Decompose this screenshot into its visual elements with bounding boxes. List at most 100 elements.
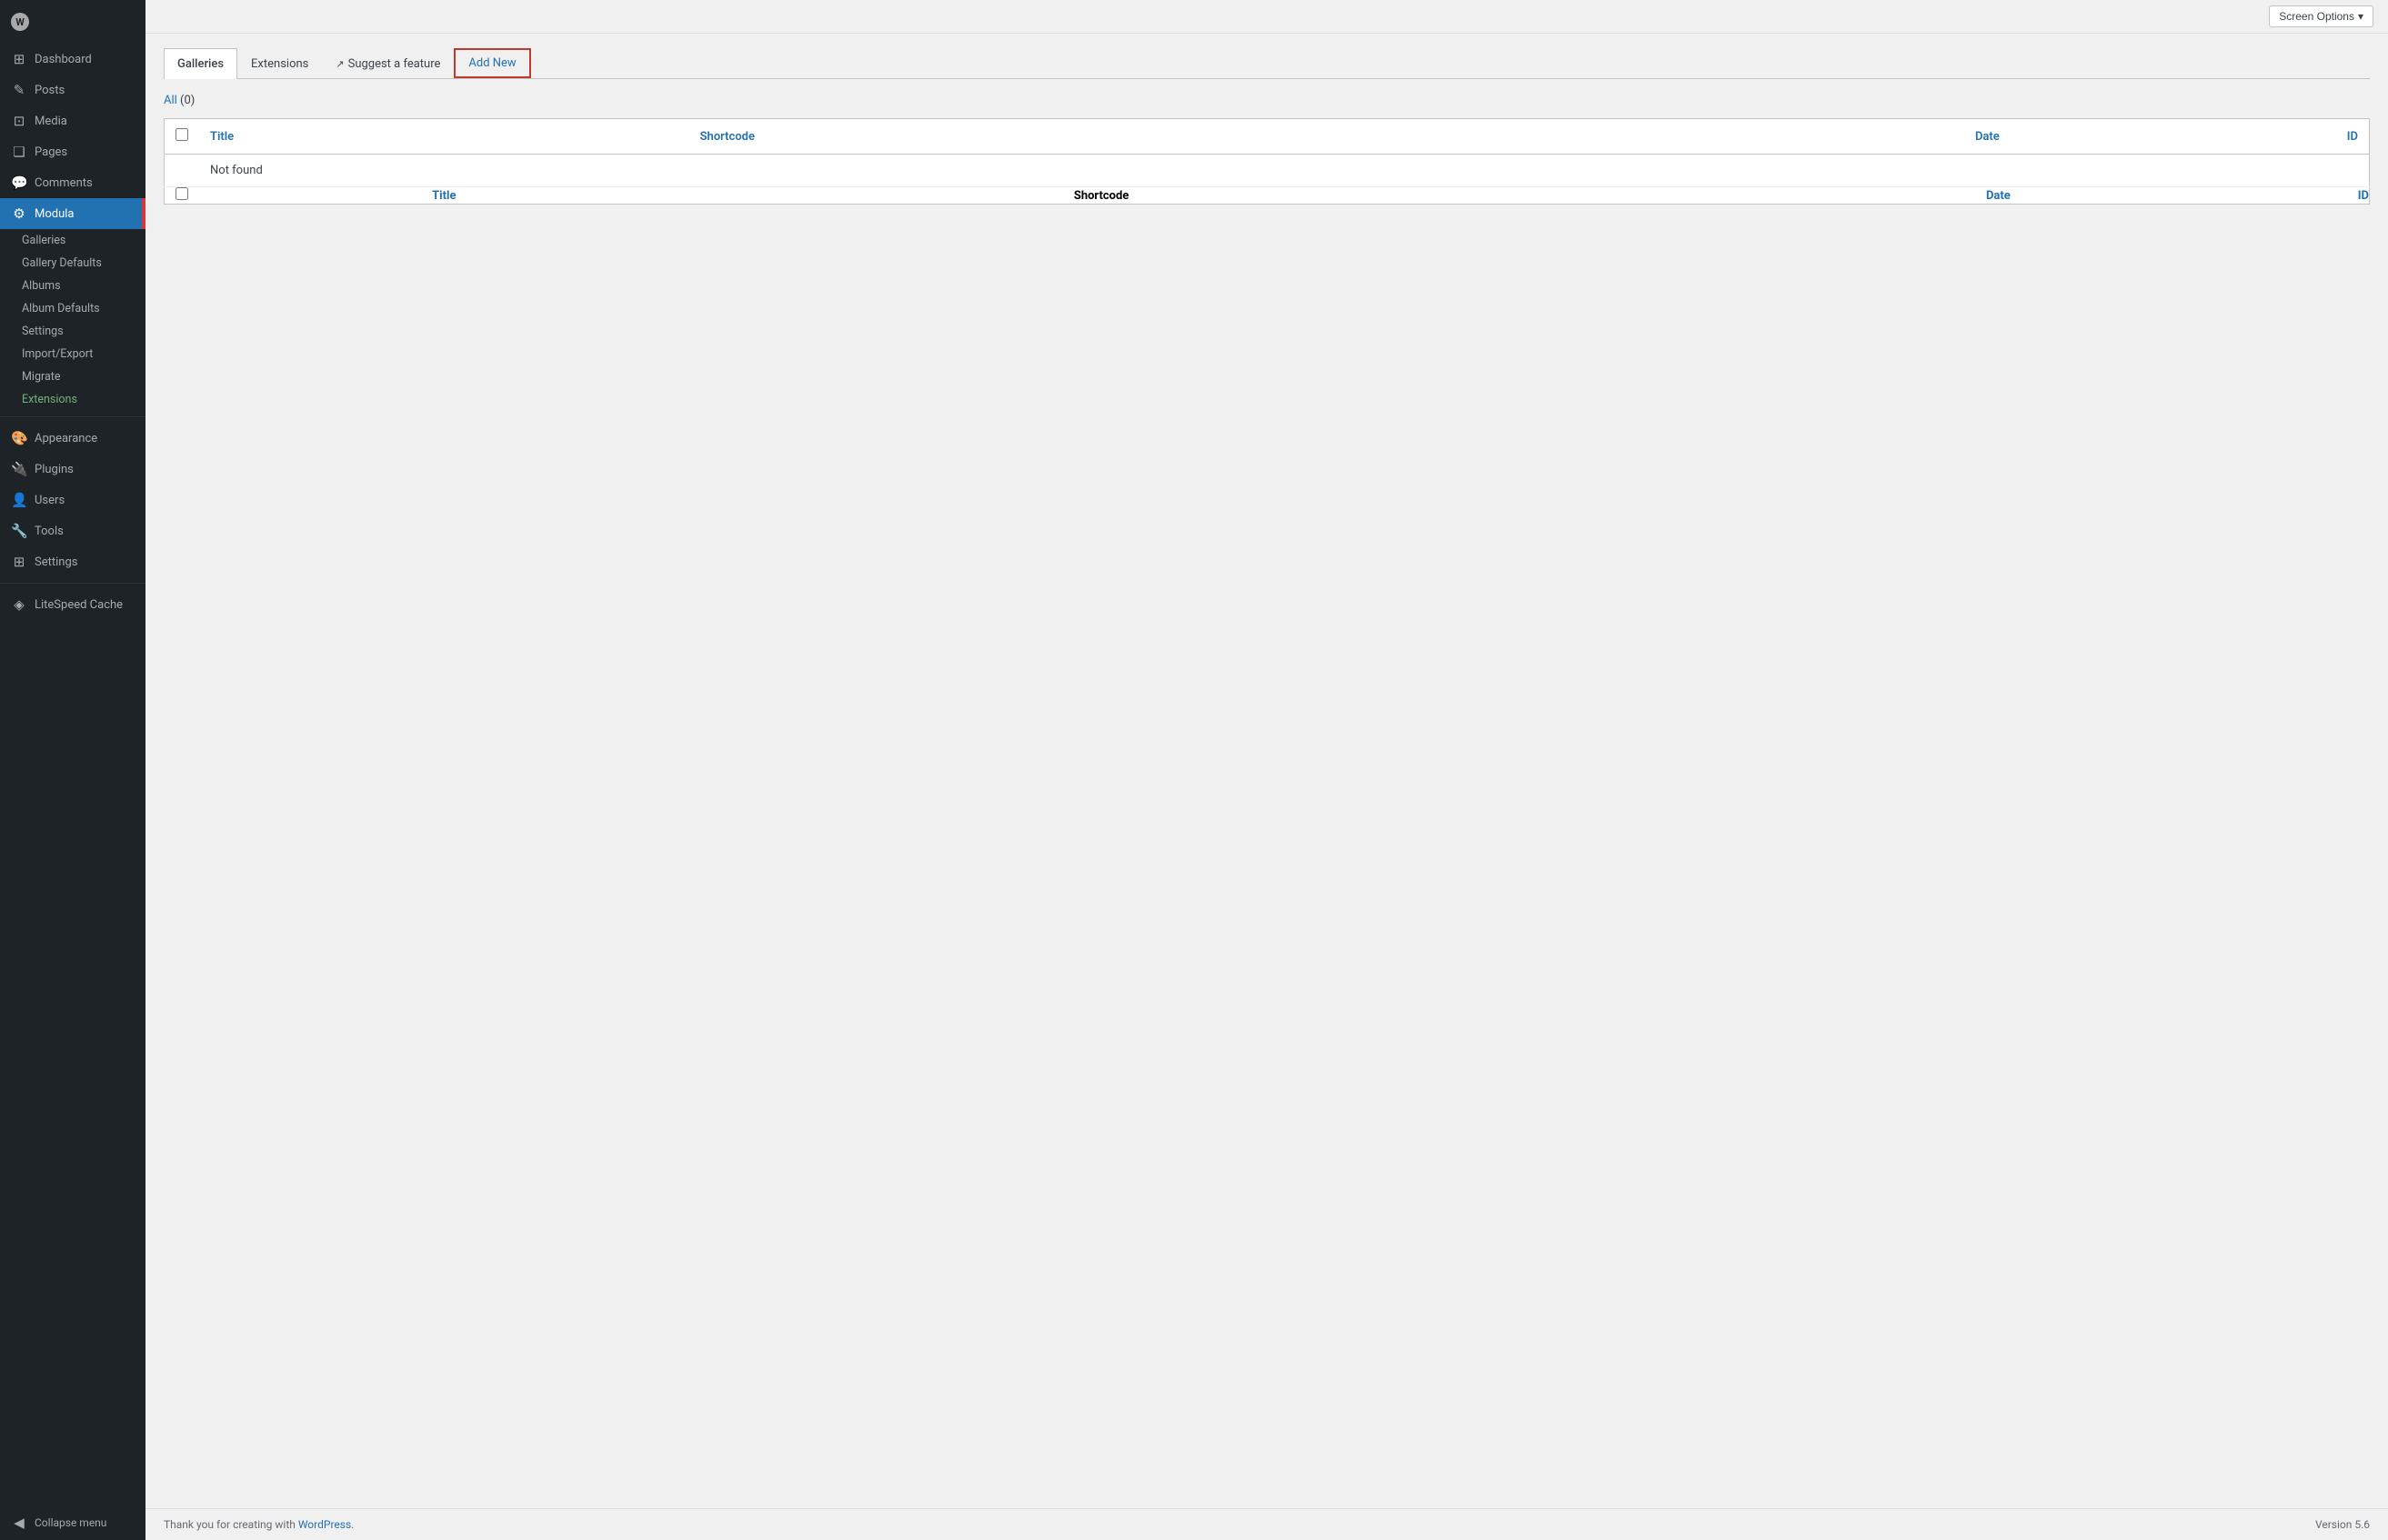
sidebar-item-dashboard[interactable]: ⊞ Dashboard [0,44,145,75]
comments-icon: 💬 [11,175,27,191]
screen-options-label: Screen Options [2279,10,2354,23]
column-date-label: Date [1975,130,2000,144]
pages-icon: ❏ [11,144,27,160]
sidebar-divider [0,416,145,417]
posts-icon: ✎ [11,82,27,98]
submenu-item-extensions[interactable]: Extensions [0,388,145,411]
filter-bar: All (0) [164,94,2370,107]
filter-all-link[interactable]: All [164,94,180,107]
sidebar-item-tools[interactable]: 🔧 Tools [0,515,145,546]
tab-extensions-label: Extensions [251,57,308,71]
sidebar-item-label: Users [35,494,65,507]
page-footer: Thank you for creating with WordPress. V… [145,1508,2388,1540]
footer-wp-link[interactable]: WordPress [298,1518,351,1531]
sidebar-item-label: LiteSpeed Cache [35,598,123,612]
sidebar-collapse-menu[interactable]: ◀ Collapse menu [0,1505,145,1540]
table-row-footer: Title Shortcode Date ID [165,187,2370,205]
submenu-item-album-defaults[interactable]: Album Defaults [0,297,145,320]
column-shortcode-footer-label: Shortcode [1074,189,1129,203]
litespeed-icon: ◈ [11,596,27,613]
dashboard-icon: ⊞ [11,51,27,67]
column-id-footer[interactable]: ID [2011,187,2370,205]
sidebar-item-appearance[interactable]: 🎨 Appearance [0,423,145,454]
check-footer-checkbox[interactable] [176,187,188,200]
column-shortcode: Shortcode [689,119,1514,155]
sidebar: W ⊞ Dashboard ✎ Posts ⊡ Media ❏ Pages 💬 … [0,0,145,1540]
external-link-icon: ↗ [336,58,344,70]
sidebar-item-pages[interactable]: ❏ Pages [0,136,145,167]
sidebar-divider-2 [0,583,145,584]
sidebar-item-litespeed[interactable]: ◈ LiteSpeed Cache [0,589,145,620]
sidebar-item-media[interactable]: ⊡ Media [0,105,145,136]
column-id-label: ID [2347,130,2358,144]
modula-icon: ⚙ [11,205,27,222]
table-row-not-found: Not found [165,155,2370,187]
page-content: Galleries Extensions ↗ Suggest a feature… [145,34,2388,1508]
table-header: Title Shortcode Date ID [165,119,2370,155]
submenu-item-import-export[interactable]: Import/Export [0,343,145,365]
sidebar-item-label: Comments [35,176,93,190]
empty-check-cell [165,155,200,187]
sidebar-item-label: Tools [35,525,64,538]
plugins-icon: 🔌 [11,461,27,477]
footer-left: Thank you for creating with WordPress. [164,1518,354,1531]
collapse-label: Collapse menu [35,1516,106,1529]
sidebar-item-plugins[interactable]: 🔌 Plugins [0,454,145,485]
tools-icon: 🔧 [11,523,27,539]
collapse-icon: ◀ [11,1515,27,1531]
submenu-item-migrate[interactable]: Migrate [0,365,145,388]
users-icon: 👤 [11,492,27,508]
sidebar-item-label: Posts [35,84,65,97]
sidebar-item-label: Modula [35,207,75,221]
column-title-footer-label: Title [432,189,456,203]
footer-thank-you-text: Thank you for creating with [164,1518,296,1531]
column-title[interactable]: Title [199,119,689,155]
submenu-item-gallery-defaults[interactable]: Gallery Defaults [0,252,145,275]
tab-suggest[interactable]: ↗ Suggest a feature [322,48,454,78]
modula-submenu: Galleries Gallery Defaults Albums Album … [0,229,145,411]
tab-suggest-label: Suggest a feature [348,57,441,71]
screen-options-button[interactable]: Screen Options ▾ [2269,5,2373,27]
appearance-icon: 🎨 [11,430,27,446]
column-id[interactable]: ID [2011,119,2370,155]
footer-version: Version 5.6 [2315,1518,2370,1531]
sidebar-item-comments[interactable]: 💬 Comments [0,167,145,198]
tab-add-new-label: Add New [468,56,516,70]
sidebar-item-settings[interactable]: ⊞ Settings [0,546,145,577]
sidebar-item-label: Dashboard [35,53,92,66]
wp-icon: W [11,13,29,31]
sidebar-item-label: Media [35,115,67,128]
submenu-item-galleries[interactable]: Galleries [0,229,145,252]
check-all-checkbox[interactable] [176,128,188,141]
column-date-footer[interactable]: Date [1514,187,2011,205]
tab-galleries-label: Galleries [177,57,224,71]
topbar: Screen Options ▾ [145,0,2388,34]
column-shortcode-footer: Shortcode [689,187,1514,205]
column-shortcode-label: Shortcode [700,130,755,144]
tab-extensions[interactable]: Extensions [237,48,322,78]
column-title-footer[interactable]: Title [199,187,689,205]
not-found-message: Not found [199,155,2370,187]
column-date-footer-label: Date [1986,189,2011,203]
column-id-footer-label: ID [2358,189,2369,203]
table-body: Not found Title Shortcode Date [165,155,2370,205]
filter-label: All [164,94,177,107]
sidebar-item-label: Pages [35,145,67,159]
tab-add-new[interactable]: Add New [454,48,530,78]
filter-count: (0) [180,94,195,107]
column-date[interactable]: Date [1514,119,2011,155]
sidebar-item-label: Plugins [35,463,74,476]
check-footer-column [165,187,200,205]
submenu-item-albums[interactable]: Albums [0,275,145,297]
sidebar-logo: W [0,0,145,44]
submenu-item-settings[interactable]: Settings [0,320,145,343]
settings-icon: ⊞ [11,554,27,570]
column-title-label: Title [210,130,234,144]
check-all-column [165,119,200,155]
nav-tabs: Galleries Extensions ↗ Suggest a feature… [164,48,2370,79]
sidebar-item-users[interactable]: 👤 Users [0,485,145,515]
footer-wp-label: WordPress [298,1518,351,1531]
sidebar-item-posts[interactable]: ✎ Posts [0,75,145,105]
sidebar-item-modula[interactable]: ⚙ Modula [0,198,145,229]
tab-galleries[interactable]: Galleries [164,48,237,79]
